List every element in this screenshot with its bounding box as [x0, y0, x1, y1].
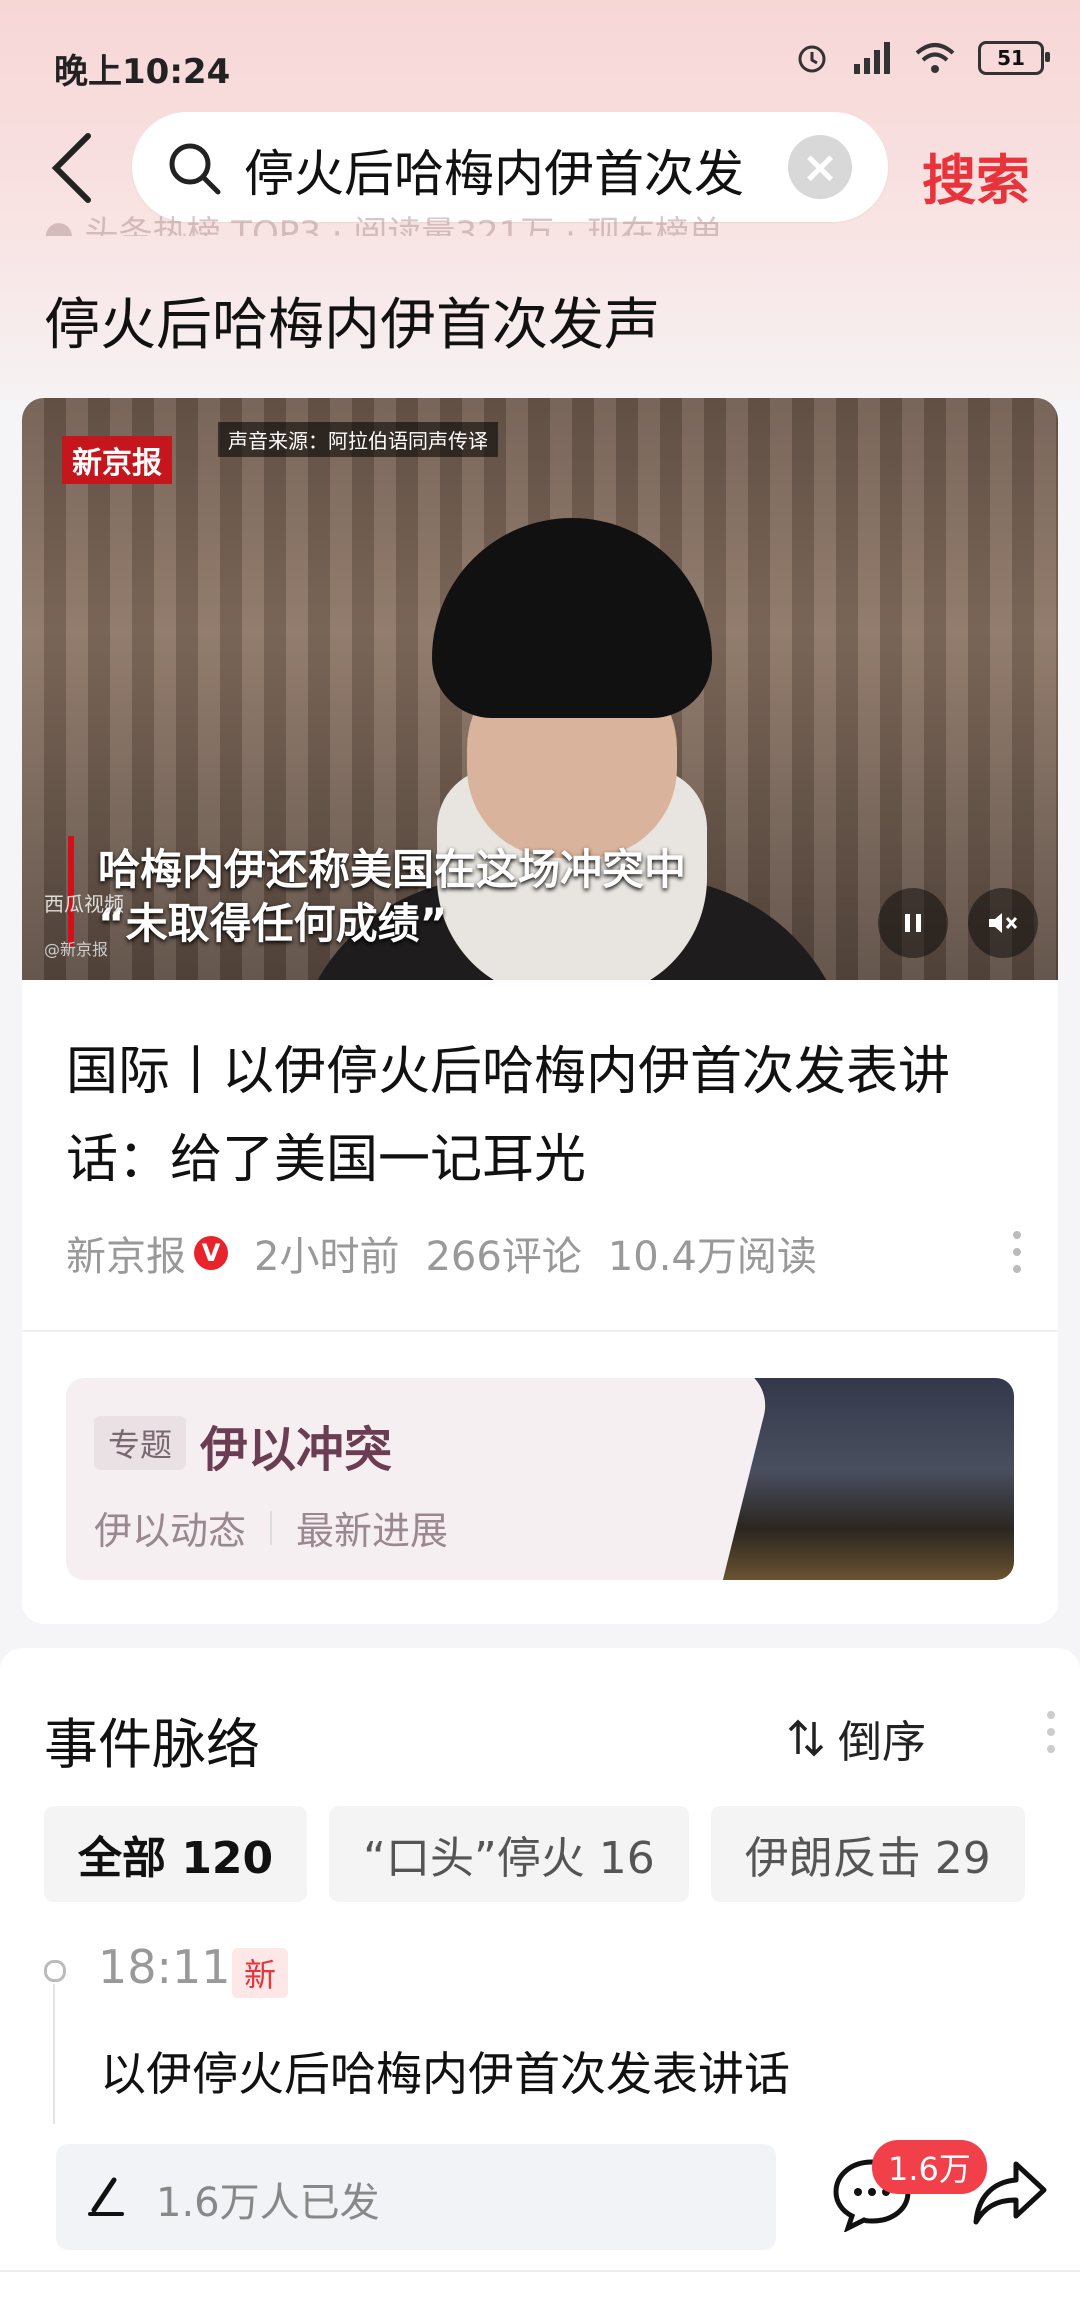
mute-button[interactable]: [968, 888, 1038, 958]
article-reads: 10.4万阅读: [607, 1234, 817, 1280]
timeline-item-time: 18:11: [98, 1940, 231, 1994]
article-time: 2小时前: [254, 1234, 400, 1280]
topic-card[interactable]: 专题 伊以冲突 伊以动态 最新进展: [66, 1378, 1014, 1580]
chip-iran-counterattack[interactable]: 伊朗反击 29: [710, 1806, 1025, 1902]
video-logo: 新京报: [62, 436, 172, 484]
video-subtitle-line1: 哈梅内伊还称美国在这场冲突中: [98, 845, 687, 894]
more-vertical-icon: [1013, 1231, 1021, 1273]
video-player[interactable]: 新京报 声音来源：阿拉伯语同声传译 哈梅内伊还称美国在这场冲突中 “未取得任何成…: [22, 398, 1058, 980]
topic-tag: 专题: [94, 1416, 187, 1470]
pause-button[interactable]: [878, 888, 948, 958]
battery-icon: 51: [978, 41, 1050, 75]
topic-image: [684, 1378, 1014, 1580]
share-icon: [973, 2161, 1047, 2225]
timeline-item-text[interactable]: 以伊停火后哈梅内伊首次发表讲话: [100, 2038, 790, 2104]
comment-placeholder: 1.6万人已发: [156, 2180, 380, 2226]
video-subtitle-line2: “未取得任何成绩”: [98, 899, 448, 948]
timeline-title: 事件脉络: [44, 1713, 260, 1776]
sort-icon: [788, 1719, 824, 1757]
topic-link-progress[interactable]: 最新进展: [296, 1500, 448, 1555]
article-comments: 266评论: [425, 1234, 582, 1280]
pause-icon: [905, 914, 921, 932]
hot-ranking-banner[interactable]: ● 头条热榜 TOP3 · 阅读量321万 · 现在榜单: [44, 206, 1024, 236]
chip-ceasefire[interactable]: “口头”停火 16: [329, 1806, 689, 1902]
sort-label: 倒序: [838, 1717, 926, 1768]
comment-input[interactable]: 1.6万人已发: [56, 2144, 776, 2250]
divider: [22, 1330, 1058, 1332]
timeline-more-button[interactable]: [1046, 1710, 1056, 1758]
article-card[interactable]: 国际丨以伊停火后哈梅内伊首次发表讲话：给了美国一记耳光 新京报 V 2小时前 2…: [22, 980, 1058, 1624]
verified-badge: V: [194, 1236, 228, 1270]
back-button[interactable]: [40, 126, 110, 210]
comment-count-badge: 1.6万: [872, 2140, 987, 2194]
topic-link-separator: [270, 1510, 273, 1545]
new-badge: 新: [232, 1948, 289, 1998]
bottom-bar: 1.6万人已发 1.6万: [0, 2124, 1080, 2320]
share-button[interactable]: [972, 2158, 1050, 2232]
search-icon: [169, 143, 221, 195]
mute-icon: [989, 913, 1018, 933]
pen-icon: [88, 2177, 124, 2216]
status-bar: 晚上10:24 51: [0, 0, 1080, 120]
search-button[interactable]: 搜索: [922, 136, 1030, 215]
topic-links: 伊以动态 最新进展: [94, 1500, 448, 1555]
alarm-icon: [794, 40, 830, 76]
watermark-app: 西瓜视频: [44, 892, 124, 916]
chip-all[interactable]: 全部 120: [44, 1806, 308, 1902]
timeline-filter-chips: 全部 120 “口头”停火 16 伊朗反击 29: [44, 1806, 1025, 1902]
sort-toggle[interactable]: 倒序: [786, 1706, 926, 1770]
article-headline[interactable]: 国际丨以伊停火后哈梅内伊首次发表讲话：给了美国一记耳光: [66, 1028, 1016, 1204]
topic-title[interactable]: 伊以冲突: [200, 1410, 392, 1480]
status-time: 晚上10:24: [54, 52, 231, 92]
clear-search-button[interactable]: ×: [788, 135, 852, 199]
voice-source-label: 声音来源：阿拉伯语同声传译: [218, 422, 498, 457]
timeline-dot: [44, 1960, 66, 1982]
page-title: 停火后哈梅内伊首次发声: [44, 293, 660, 358]
more-options-button[interactable]: [1012, 1230, 1022, 1278]
search-input[interactable]: 停火后哈梅内伊首次发: [244, 134, 774, 200]
article-source[interactable]: 新京报: [66, 1224, 186, 1282]
article-meta: 新京报 V 2小时前 266评论 10.4万阅读: [66, 1224, 817, 1282]
bottom-divider: [0, 2270, 1080, 2272]
close-icon: ×: [801, 141, 839, 193]
signal-icon: [852, 40, 892, 76]
wifi-icon: [914, 41, 956, 75]
more-vertical-icon: [1047, 1711, 1055, 1753]
topic-link-dynamics[interactable]: 伊以动态: [94, 1500, 246, 1555]
status-icons: 51: [794, 40, 1050, 76]
back-arrow-icon: [51, 133, 91, 203]
video-person: [292, 518, 852, 980]
watermark-source: @新京报: [44, 940, 109, 959]
